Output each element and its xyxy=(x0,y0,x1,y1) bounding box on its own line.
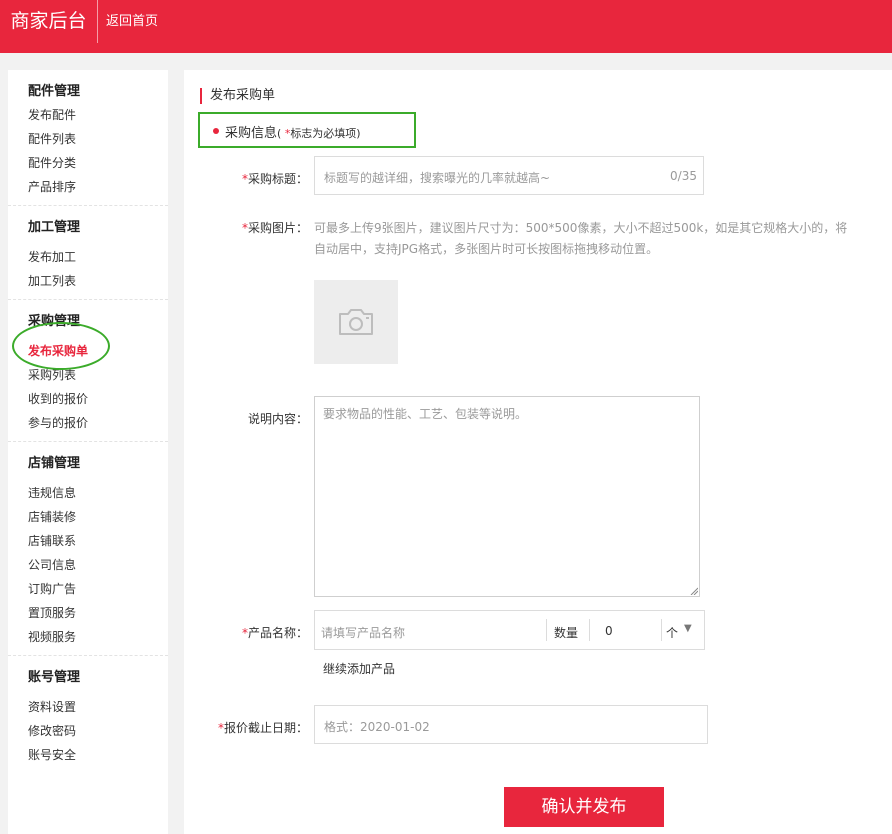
description-placeholder: 要求物品的性能、工艺、包装等说明。 xyxy=(323,407,528,421)
sidebar-divider xyxy=(8,299,168,300)
sidebar-item-store-contact[interactable]: 店铺联系 xyxy=(28,532,76,549)
sidebar-item-parts-list[interactable]: 配件列表 xyxy=(28,130,76,147)
deadline-label-text: 报价截止日期： xyxy=(223,721,308,735)
title-placeholder: 标题写的越详细，搜索曝光的几率就越高~ xyxy=(324,171,551,185)
camera-icon xyxy=(339,309,373,335)
section-title: 采购信息 xyxy=(225,126,278,141)
title-label-text: 采购标题： xyxy=(247,172,308,186)
title-char-counter: 0/35 xyxy=(670,169,697,183)
sidebar-divider xyxy=(8,205,168,206)
sidebar-divider xyxy=(8,655,168,656)
unit-select[interactable]: 个 xyxy=(666,624,678,641)
sidebar-item-account-security[interactable]: 账号安全 xyxy=(28,746,76,763)
sidebar-group-title: 账号管理 xyxy=(28,670,81,685)
sidebar-item-received-quotes[interactable]: 收到的报价 xyxy=(28,390,88,407)
top-bar: 商家后台 返回首页 xyxy=(0,0,892,53)
sidebar-item-store-decoration[interactable]: 店铺装修 xyxy=(28,508,76,525)
sidebar-divider xyxy=(8,441,168,442)
section-label: 采购信息( *标志为必填项) xyxy=(225,122,361,141)
submit-button[interactable]: 确认并发布 xyxy=(504,787,664,827)
description-textarea[interactable]: 要求物品的性能、工艺、包装等说明。 xyxy=(314,396,700,597)
sidebar-item-participated-quotes[interactable]: 参与的报价 xyxy=(28,414,88,431)
section-hint-open: ( xyxy=(277,127,285,140)
section-header: 采购信息( *标志为必填项) xyxy=(198,112,416,148)
sidebar-item-product-sort[interactable]: 产品排序 xyxy=(28,178,76,195)
resize-grip-icon[interactable] xyxy=(690,587,698,595)
divider xyxy=(546,619,547,641)
deadline-input[interactable]: 格式：2020-01-02 xyxy=(314,705,708,744)
divider xyxy=(661,619,662,641)
sidebar: 配件管理 发布配件 配件列表 配件分类 产品排序 加工管理 发布加工 加工列表 … xyxy=(8,70,168,834)
quantity-input[interactable]: 0 xyxy=(605,624,613,638)
sidebar-item-publish-parts[interactable]: 发布配件 xyxy=(28,106,76,123)
sidebar-group-title: 加工管理 xyxy=(28,220,81,235)
sidebar-item-pin-service[interactable]: 置顶服务 xyxy=(28,604,76,621)
dropdown-arrow-icon[interactable]: ▼ xyxy=(684,623,692,634)
sidebar-item-processing-list[interactable]: 加工列表 xyxy=(28,272,76,289)
sidebar-item-violations[interactable]: 违规信息 xyxy=(28,484,76,501)
title-input[interactable]: 标题写的越详细，搜索曝光的几率就越高~ 0/35 xyxy=(314,156,704,195)
images-label: *采购图片： xyxy=(242,218,308,239)
bullet-dot-icon xyxy=(213,128,219,134)
add-product-link[interactable]: 继续添加产品 xyxy=(323,660,395,677)
sidebar-item-video-service[interactable]: 视频服务 xyxy=(28,628,76,645)
divider xyxy=(589,619,590,641)
sidebar-group-title: 配件管理 xyxy=(28,84,81,99)
product-label-text: 产品名称： xyxy=(247,626,308,640)
images-hint: 可最多上传9张图片，建议图片尺寸为：500*500像素，大小不超过500k，如是… xyxy=(314,221,848,256)
highlight-annotation xyxy=(12,322,110,370)
images-label-text: 采购图片： xyxy=(247,221,308,235)
product-name-input[interactable]: 请填写产品名称 xyxy=(321,624,405,641)
deadline-label: *报价截止日期： xyxy=(218,719,308,736)
sidebar-item-parts-category[interactable]: 配件分类 xyxy=(28,154,76,171)
sidebar-item-order-ads[interactable]: 订购广告 xyxy=(28,580,76,597)
sidebar-item-profile-settings[interactable]: 资料设置 xyxy=(28,698,76,715)
sidebar-item-publish-processing[interactable]: 发布加工 xyxy=(28,248,76,265)
description-label: 说明内容： xyxy=(247,412,308,426)
back-home-link[interactable]: 返回首页 xyxy=(106,0,158,43)
quantity-label: 数量 xyxy=(554,626,579,640)
main-panel: 发布采购单 采购信息( *标志为必填项) *采购标题： 标题写的越详细，搜索曝光… xyxy=(184,70,892,834)
deadline-placeholder: 格式：2020-01-02 xyxy=(324,720,430,734)
brand-title: 商家后台 xyxy=(0,0,98,43)
title-label: *采购标题： xyxy=(242,170,308,187)
product-label: *产品名称： xyxy=(242,624,308,641)
page-title: 发布采购单 xyxy=(200,88,275,104)
sidebar-item-change-password[interactable]: 修改密码 xyxy=(28,722,76,739)
image-upload-button[interactable] xyxy=(314,280,398,364)
section-hint: 标志为必填项) xyxy=(290,127,361,140)
sidebar-group-title: 店铺管理 xyxy=(28,456,81,471)
product-row: 请填写产品名称 数量 0 个 ▼ xyxy=(314,610,705,650)
sidebar-item-company-info[interactable]: 公司信息 xyxy=(28,556,76,573)
